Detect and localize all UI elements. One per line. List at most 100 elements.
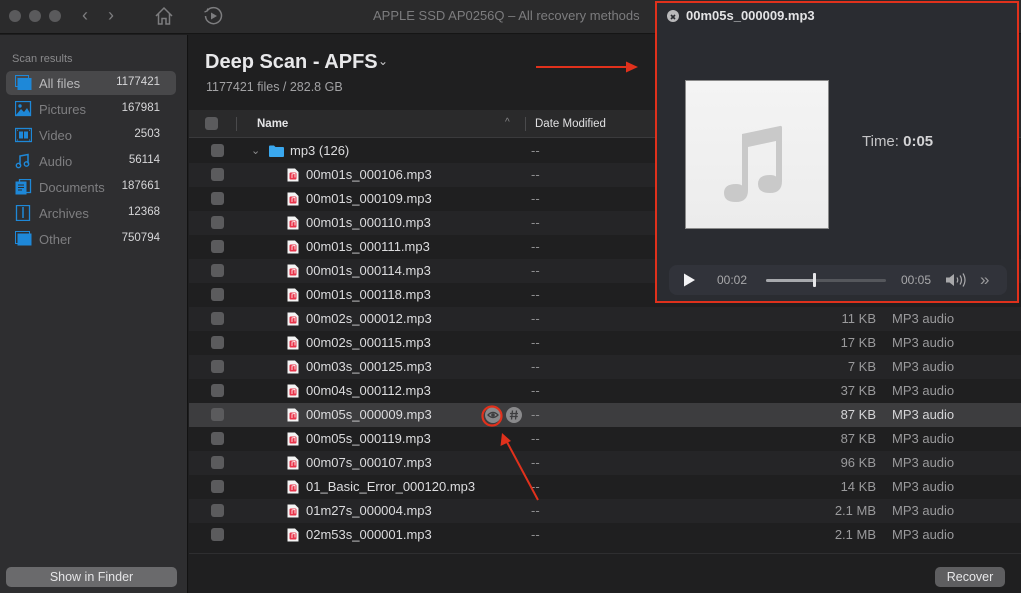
row-checkbox[interactable] xyxy=(211,312,224,325)
chevron-down-icon[interactable]: ⌄ xyxy=(378,54,388,68)
sidebar-item-all-files[interactable]: All files 1177421 xyxy=(6,71,176,95)
file-size: 96 KB xyxy=(840,455,876,470)
sidebar-item-label: Documents xyxy=(39,180,105,195)
current-time: 00:02 xyxy=(717,273,748,287)
date-modified: -- xyxy=(531,263,540,278)
mp3-file-icon xyxy=(287,240,299,254)
row-checkbox[interactable] xyxy=(211,408,224,421)
column-header-date-modified[interactable]: Date Modified xyxy=(535,118,606,130)
row-checkbox[interactable] xyxy=(211,360,224,373)
seek-slider[interactable] xyxy=(766,273,886,287)
show-in-finder-button[interactable]: Show in Finder xyxy=(6,567,177,587)
sort-ascending-icon[interactable]: ^ xyxy=(505,117,510,128)
sidebar-item-archives[interactable]: Archives 12368 xyxy=(6,201,176,225)
home-icon[interactable] xyxy=(153,5,175,27)
file-row[interactable]: 02m53s_000001.mp3 -- 2.1 MB MP3 audio xyxy=(189,523,1021,547)
file-kind: MP3 audio xyxy=(892,479,955,494)
file-row[interactable]: 00m02s_000115.mp3 -- 17 KB MP3 audio xyxy=(189,331,1021,355)
file-row[interactable]: 00m05s_000119.mp3 -- 87 KB MP3 audio xyxy=(189,427,1021,451)
file-name: 00m01s_000109.mp3 xyxy=(306,191,432,206)
date-modified: -- xyxy=(531,407,540,422)
sidebar-item-video[interactable]: Video 2503 xyxy=(6,123,176,147)
mp3-file-icon xyxy=(287,456,299,470)
file-size: 14 KB xyxy=(840,479,876,494)
chevron-right-icon[interactable]: › xyxy=(108,5,114,26)
file-name: 00m01s_000114.mp3 xyxy=(306,263,431,278)
file-kind: MP3 audio xyxy=(892,503,955,518)
seek-handle[interactable] xyxy=(813,273,816,287)
sidebar-item-pictures[interactable]: Pictures 167981 xyxy=(6,97,176,121)
mp3-file-icon xyxy=(287,408,299,422)
close-window-button[interactable] xyxy=(9,10,21,22)
fast-forward-icon[interactable]: » xyxy=(980,270,989,290)
sidebar-item-audio[interactable]: Audio 56114 xyxy=(6,149,176,173)
file-size: 17 KB xyxy=(840,335,876,350)
row-checkbox[interactable] xyxy=(211,480,224,493)
page-title[interactable]: Deep Scan - APFS xyxy=(205,51,378,74)
date-modified: -- xyxy=(531,287,540,302)
quick-look-preview: 00m05s_000009.mp3 Time: 0:05 00:02 00:05… xyxy=(655,1,1019,303)
play-icon[interactable] xyxy=(681,272,697,288)
minimize-window-button[interactable] xyxy=(29,10,41,22)
sidebar-item-count: 167981 xyxy=(121,102,160,114)
file-kind: MP3 audio xyxy=(892,431,955,446)
recover-button[interactable]: Recover xyxy=(935,567,1005,587)
sidebar-item-count: 187661 xyxy=(121,180,160,192)
file-row[interactable]: 01_Basic_Error_000120.mp3 -- 14 KB MP3 a… xyxy=(189,475,1021,499)
eye-icon xyxy=(487,411,499,419)
mp3-file-icon xyxy=(287,384,299,398)
close-preview-button[interactable] xyxy=(667,10,679,22)
music-note-icon xyxy=(724,125,782,202)
play-circle-icon[interactable] xyxy=(202,5,224,27)
hex-view-button[interactable] xyxy=(506,407,522,423)
file-name: 00m01s_000118.mp3 xyxy=(306,287,431,302)
file-row[interactable]: 01m27s_000004.mp3 -- 2.1 MB MP3 audio xyxy=(189,499,1021,523)
row-checkbox[interactable] xyxy=(211,432,224,445)
row-checkbox[interactable] xyxy=(211,216,224,229)
row-checkbox[interactable] xyxy=(211,192,224,205)
file-size: 7 KB xyxy=(847,359,876,374)
sidebar-item-count: 750794 xyxy=(121,232,160,244)
row-checkbox[interactable] xyxy=(211,456,224,469)
sidebar-heading: Scan results xyxy=(12,53,73,65)
file-row[interactable]: 00m07s_000107.mp3 -- 96 KB MP3 audio xyxy=(189,451,1021,475)
row-checkbox[interactable] xyxy=(211,288,224,301)
preview-eye-button[interactable] xyxy=(485,407,501,423)
date-modified: -- xyxy=(531,359,540,374)
video-icon xyxy=(15,127,32,143)
volume-icon[interactable] xyxy=(945,272,967,288)
row-checkbox[interactable] xyxy=(211,336,224,349)
row-checkbox[interactable] xyxy=(211,240,224,253)
file-row[interactable]: 00m02s_000012.mp3 -- 11 KB MP3 audio xyxy=(189,307,1021,331)
close-icon xyxy=(670,14,676,20)
zoom-window-button[interactable] xyxy=(49,10,61,22)
chevron-left-icon[interactable]: ‹ xyxy=(82,5,88,26)
column-divider xyxy=(236,117,237,131)
date-modified: -- xyxy=(531,527,540,542)
row-checkbox[interactable] xyxy=(211,264,224,277)
date-modified: -- xyxy=(531,191,540,206)
mp3-file-icon xyxy=(287,432,299,446)
file-name: 00m01s_000111.mp3 xyxy=(306,239,430,254)
date-modified: -- xyxy=(531,383,540,398)
row-checkbox[interactable] xyxy=(211,504,224,517)
row-checkbox[interactable] xyxy=(211,384,224,397)
column-header-name[interactable]: Name xyxy=(257,118,288,130)
file-row[interactable]: 00m03s_000125.mp3 -- 7 KB MP3 audio xyxy=(189,355,1021,379)
file-name: 00m05s_000009.mp3 xyxy=(306,407,432,422)
mp3-file-icon xyxy=(287,216,299,230)
disclosure-chevron-icon[interactable]: ⌄ xyxy=(251,144,260,157)
sidebar-item-documents[interactable]: Documents 187661 xyxy=(6,175,176,199)
file-row[interactable]: 00m05s_000009.mp3 -- 87 KB MP3 audio xyxy=(189,403,1021,427)
sidebar-item-other[interactable]: Other 750794 xyxy=(6,227,176,251)
file-name: 00m01s_000110.mp3 xyxy=(306,215,431,230)
file-row[interactable]: 00m04s_000112.mp3 -- 37 KB MP3 audio xyxy=(189,379,1021,403)
mp3-file-icon xyxy=(287,360,299,374)
select-all-checkbox[interactable] xyxy=(205,117,218,130)
date-modified: -- xyxy=(531,455,540,470)
row-checkbox[interactable] xyxy=(211,144,224,157)
row-checkbox[interactable] xyxy=(211,528,224,541)
scan-summary: 1177421 files / 282.8 GB xyxy=(206,80,343,94)
album-art xyxy=(685,80,829,229)
row-checkbox[interactable] xyxy=(211,168,224,181)
